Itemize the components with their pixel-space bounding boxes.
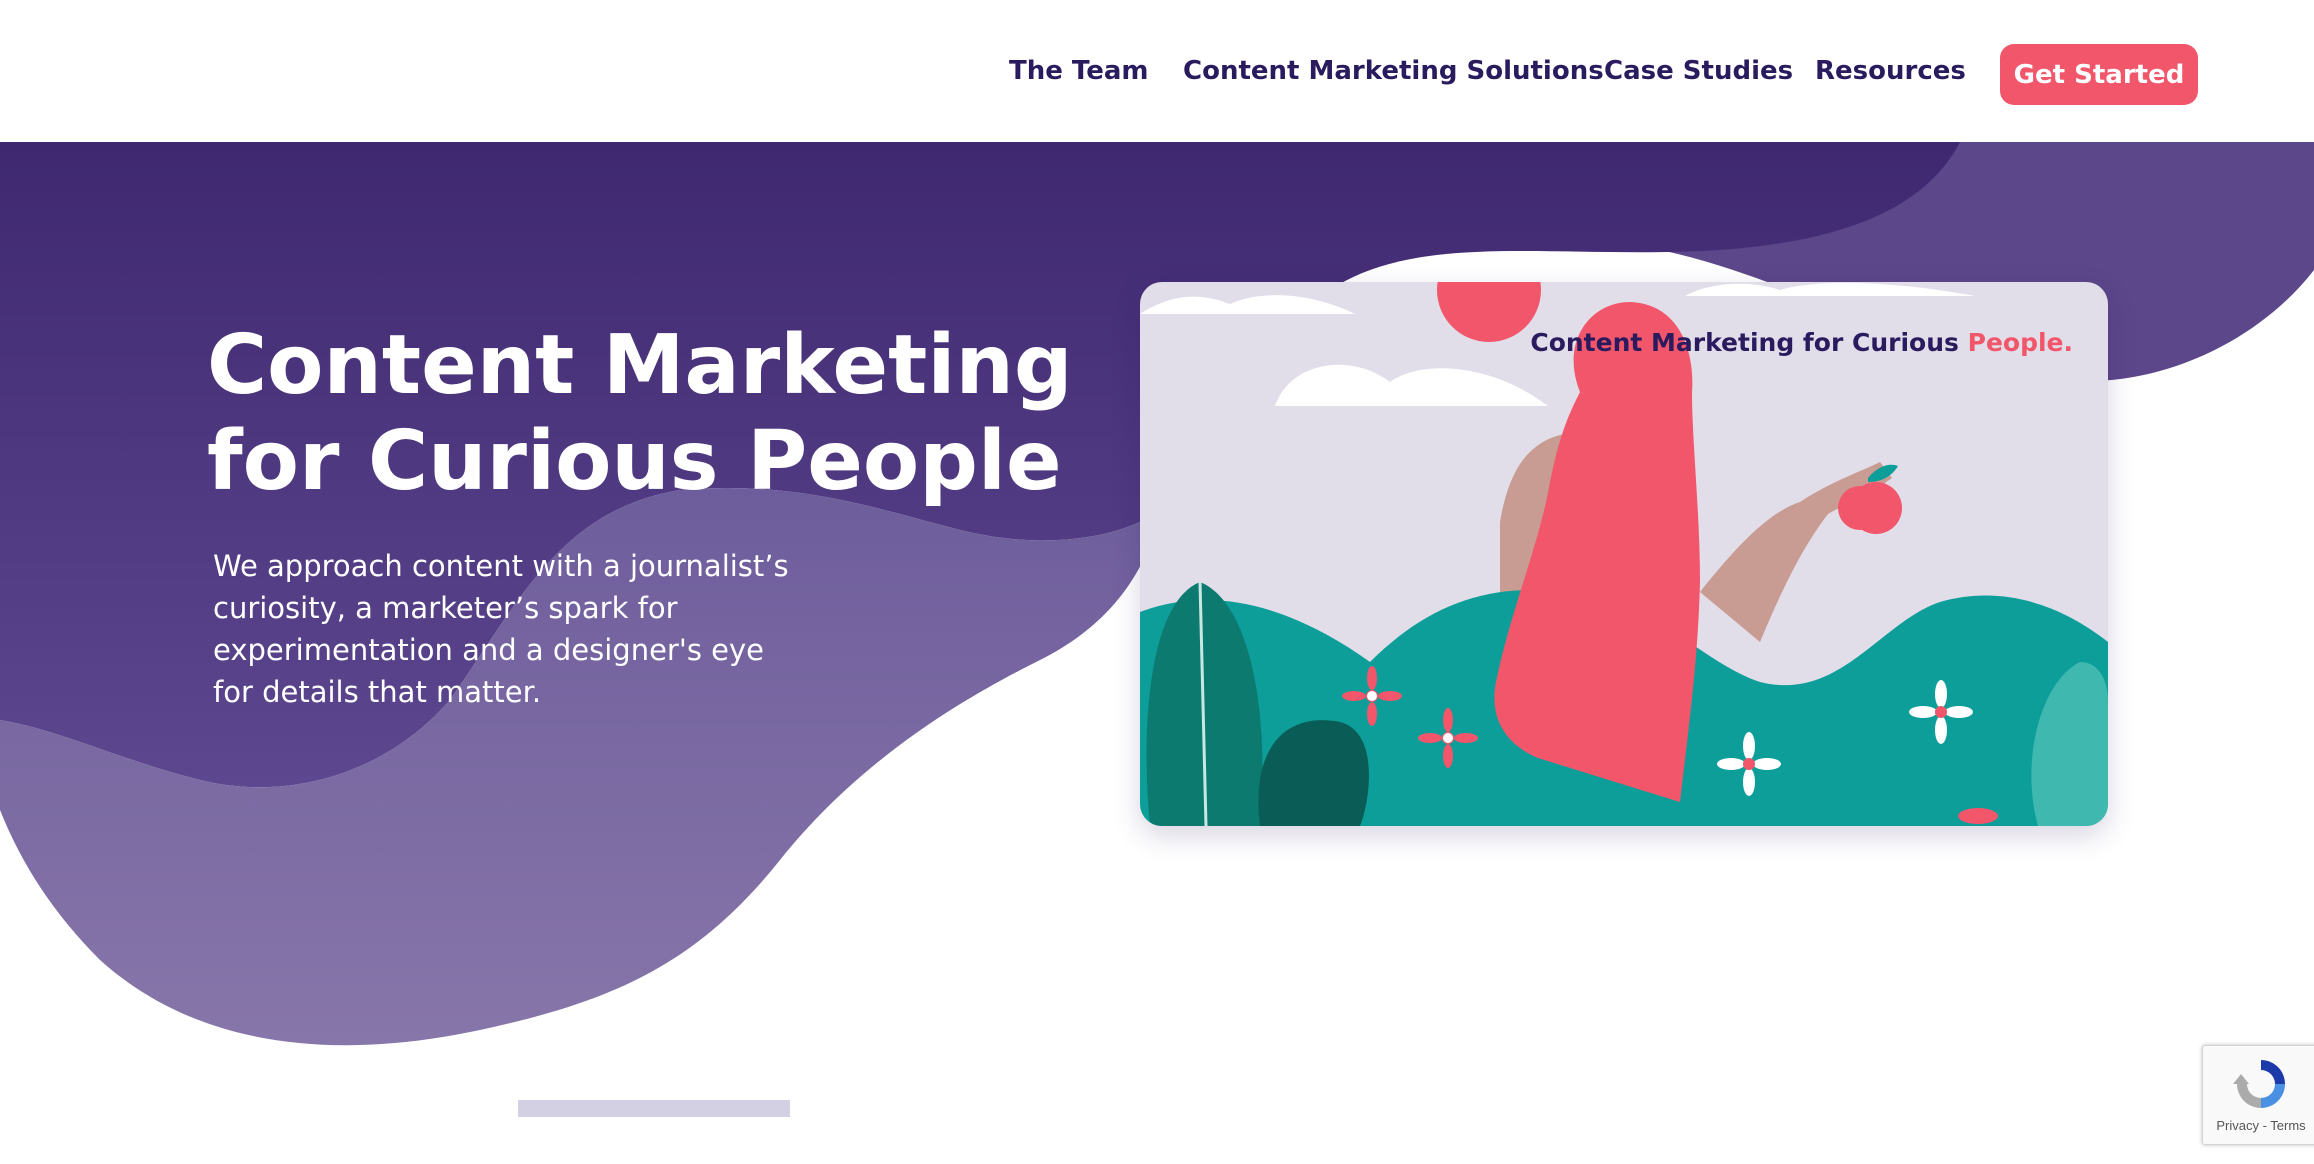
- hero-title: Content Marketing for Curious People: [207, 318, 1107, 510]
- illustration-artwork: [1140, 282, 2108, 826]
- placeholder-bar: [518, 1100, 790, 1117]
- nav-link-the-team[interactable]: The Team: [1009, 56, 1148, 86]
- site-header: The Team Content Marketing Solutions Cas…: [0, 0, 2314, 142]
- recaptcha-badge[interactable]: Privacy - Terms: [2202, 1045, 2314, 1145]
- recaptcha-privacy-link[interactable]: Privacy: [2216, 1118, 2259, 1133]
- recaptcha-separator: -: [2258, 1118, 2271, 1133]
- recaptcha-icon: [2233, 1060, 2285, 1108]
- hero-illustration-card: Content Marketing for Curious People.: [1140, 282, 2108, 826]
- hero-title-line-2: for Curious People: [207, 414, 1062, 509]
- hero-description: We approach content with a journalist’s …: [213, 549, 789, 709]
- recaptcha-links: Privacy - Terms: [2203, 1118, 2314, 1133]
- nav-link-case-studies[interactable]: Case Studies: [1604, 56, 1793, 86]
- nav-link-content-marketing-solutions[interactable]: Content Marketing Solutions: [1183, 56, 1604, 86]
- illustration-caption-main: Content Marketing for Curious: [1530, 328, 1968, 357]
- recaptcha-terms-link[interactable]: Terms: [2270, 1118, 2305, 1133]
- hero-title-line-1: Content Marketing: [207, 318, 1073, 413]
- get-started-button[interactable]: Get Started: [2000, 44, 2198, 105]
- illustration-caption: Content Marketing for Curious People.: [1530, 328, 2073, 357]
- illustration-caption-accent: People.: [1967, 328, 2073, 357]
- nav-link-resources[interactable]: Resources: [1815, 56, 1966, 86]
